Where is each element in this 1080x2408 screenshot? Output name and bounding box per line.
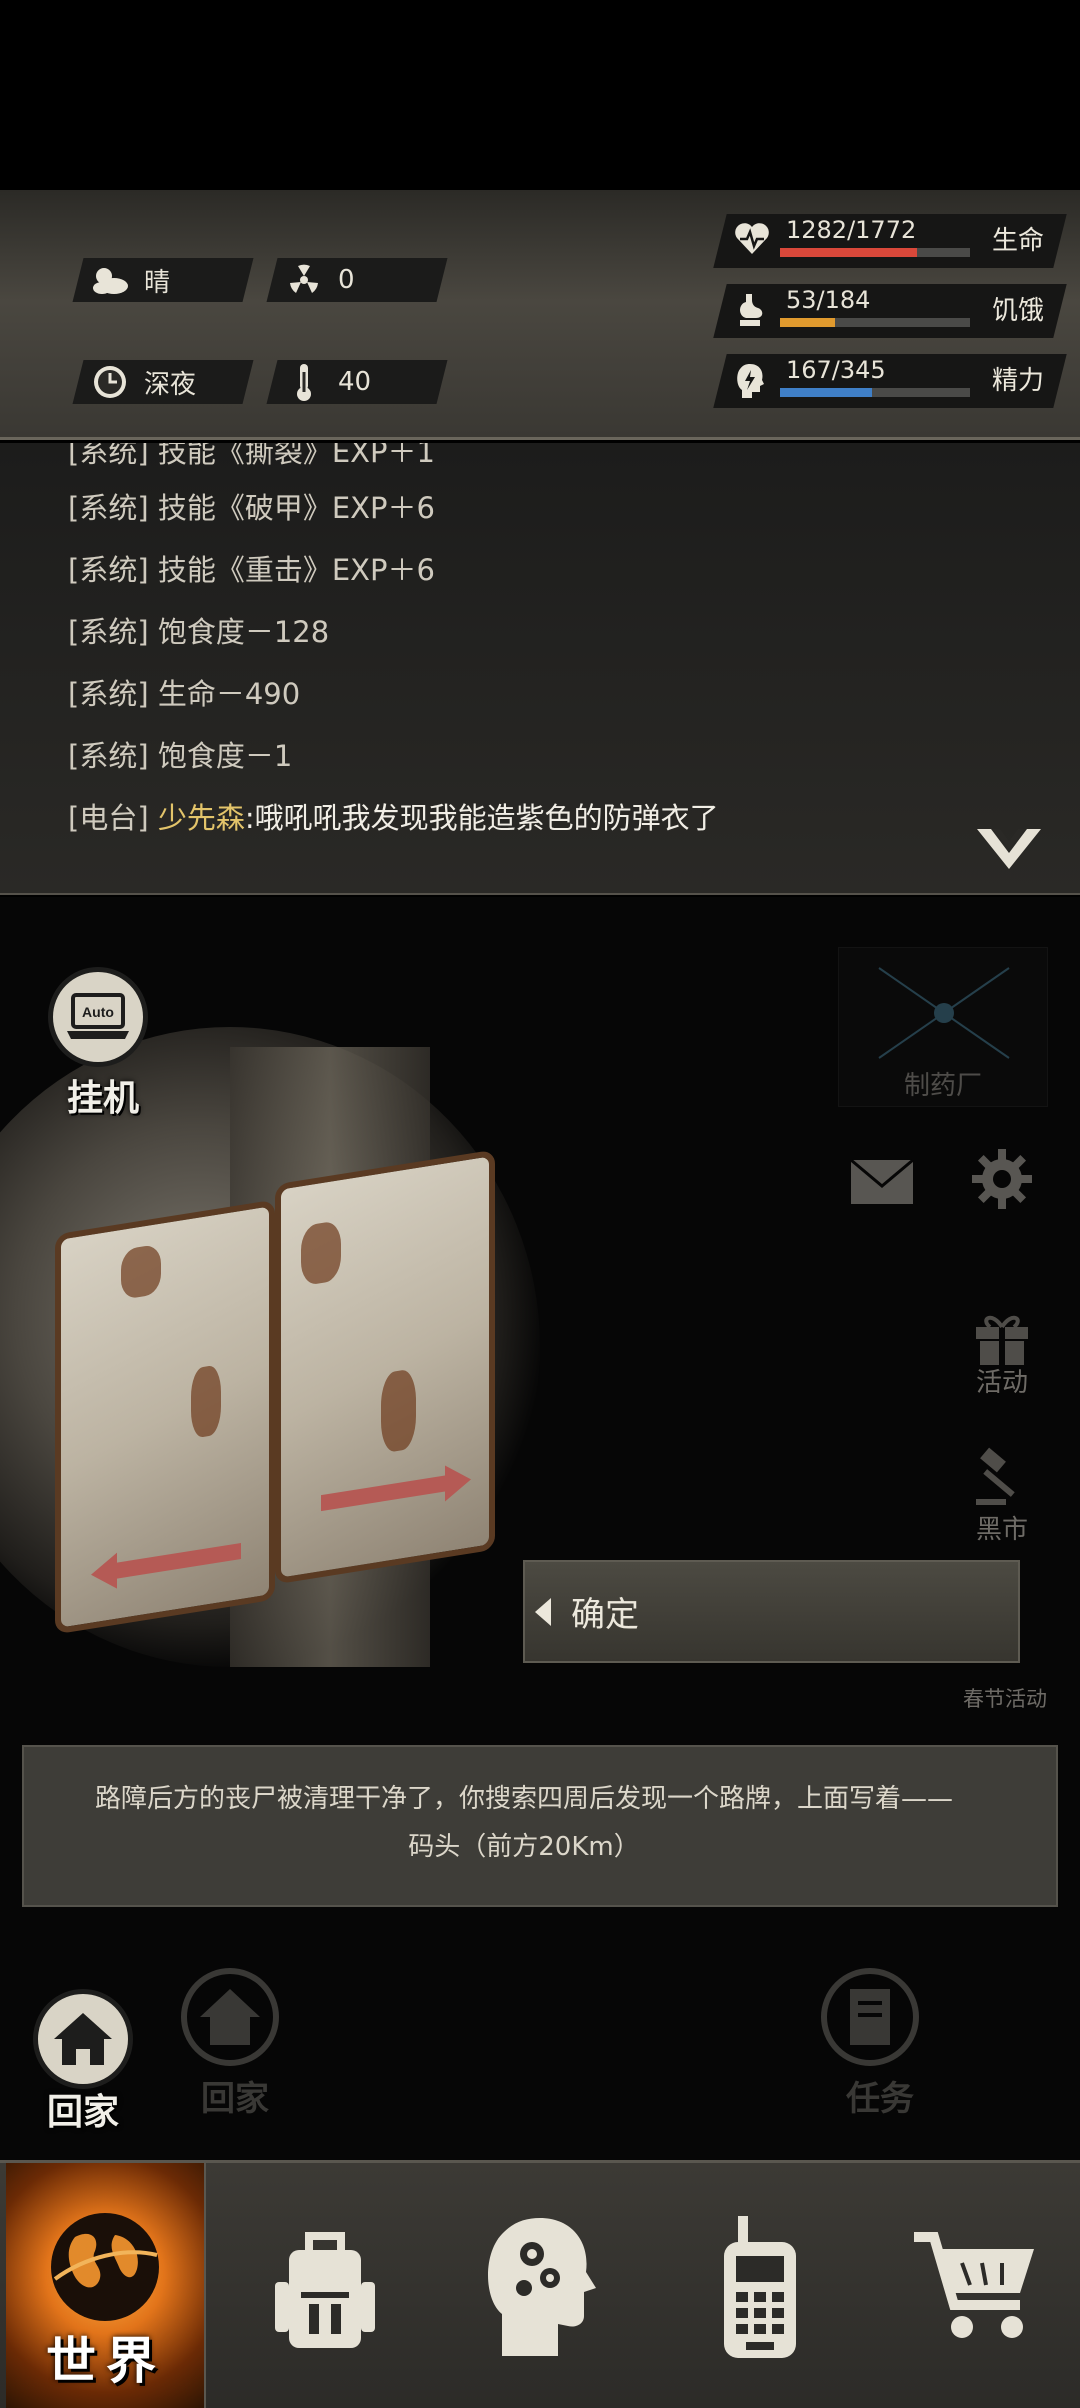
auto-idle-button[interactable]: Auto 挂机 [48, 967, 158, 1127]
heart-pulse-icon [734, 222, 774, 262]
arrow-left-icon [91, 1542, 241, 1589]
log-line: [系统] 饱食度－1 [68, 739, 293, 773]
road-sign-left [55, 1199, 275, 1635]
map-location-button[interactable]: 制药厂 [838, 947, 1048, 1107]
time-value: 深夜 [144, 369, 197, 400]
home-label: 回家 [46, 2092, 119, 2133]
house-icon [33, 1989, 133, 2089]
radiation-value: 0 [338, 265, 355, 295]
log-line: [系统] 生命－490 [68, 677, 301, 711]
health-label: 生命 [992, 226, 1045, 256]
vital-health: 1282/1772 生命 [713, 214, 1067, 268]
energy-label: 精力 [992, 366, 1045, 396]
double-chevron-down-icon [977, 829, 1041, 869]
blackmarket-label: 黑市 [975, 1515, 1028, 1545]
ghost-task-button: 任务 [820, 1967, 940, 2120]
map-location-label: 制药厂 [903, 1071, 982, 1101]
nav-radio[interactable] [655, 2163, 865, 2408]
hunger-label: 饥饿 [992, 296, 1045, 326]
energy-bar [780, 388, 970, 397]
event-dialog: 路障后方的丧尸被清理干净了，你搜索四周后发现一个路牌，上面写着—— 码头（前方2… [22, 1745, 1058, 1907]
temperature-value: 40 [338, 367, 372, 397]
nav-backpack[interactable] [220, 2163, 430, 2408]
temperature-slot: 40 [266, 360, 448, 404]
radio-icon [724, 2216, 796, 2358]
log-line: [系统] 技能《重击》EXP＋6 [68, 553, 435, 587]
weather-value: 晴 [144, 267, 171, 298]
radiation-slot: 0 [266, 258, 448, 302]
auto-idle-label: 挂机 [66, 1078, 139, 1119]
log-line: [系统] 技能《破甲》EXP＋6 [68, 491, 435, 525]
home-button[interactable]: 回家 [28, 1989, 138, 2139]
map-node-icon [878, 967, 1010, 1059]
gear-icon [972, 1149, 1032, 1209]
log-line: [系统] 技能《撕裂》EXP＋1 [68, 443, 435, 469]
expand-log-button[interactable] [974, 823, 1044, 873]
shopping-cart-icon [914, 2232, 1034, 2338]
activity-label: 活动 [975, 1368, 1028, 1398]
status-panel: 晴 0 深夜 40 1282/1772 生命 53/184 饥饿 167/345… [0, 190, 1080, 601]
cloud-sun-icon [90, 260, 130, 300]
road-sign-right [275, 1149, 495, 1585]
confirm-button[interactable]: 确定 [523, 1560, 1020, 1663]
ghost-home-button: 回家 [180, 1967, 290, 2120]
scene-view: Auto 挂机 制药厂 活动 黑市 春节活动 确定 路障后方的丧尸被清理干净了，… [0, 897, 1080, 2160]
thermometer-icon [284, 362, 324, 402]
confirm-label: 确定 [571, 1595, 639, 1635]
event-description: 路障后方的丧尸被清理干净了，你搜索四周后发现一个路牌，上面写着—— 码头（前方2… [94, 1784, 953, 1862]
nav-skills[interactable] [435, 2163, 645, 2408]
backpack-icon [275, 2232, 375, 2348]
weather-slot: 晴 [72, 258, 254, 302]
energy-value: 167/345 [786, 356, 886, 384]
head-lightning-icon [734, 362, 774, 402]
envelope-icon [850, 1158, 914, 1204]
blackmarket-button[interactable] [962, 1437, 1042, 1517]
house-icon [181, 1968, 279, 2066]
time-slot: 深夜 [72, 360, 254, 404]
radiation-icon [284, 260, 324, 300]
festival-event-label: 春节活动 [963, 1687, 1047, 1711]
radio-log-line: [电台] 少先森:哦吼吼我发现我能造紫色的防弹衣了 [68, 801, 719, 835]
vital-hunger: 53/184 饥饿 [713, 284, 1067, 338]
radio-speaker: 少先森 [157, 801, 245, 835]
health-value: 1282/1772 [786, 216, 917, 244]
vital-energy: 167/345 精力 [713, 354, 1067, 408]
mail-button[interactable] [842, 1142, 922, 1222]
triangle-left-icon [535, 1597, 551, 1626]
auto-laptop-icon: Auto [48, 967, 148, 1067]
nav-world[interactable]: 世界 [6, 2163, 206, 2408]
stomach-icon [734, 292, 774, 332]
svg-text:Auto: Auto [82, 1004, 114, 1020]
settings-button[interactable] [962, 1139, 1042, 1219]
bottom-nav: 世界 [0, 2160, 1080, 2408]
hunger-bar [780, 318, 970, 327]
hunger-value: 53/184 [786, 286, 871, 314]
task-list-icon [821, 1968, 919, 2066]
health-bar [780, 248, 970, 257]
auction-hammer-icon [976, 1447, 1015, 1505]
arrow-right-icon [321, 1465, 471, 1512]
gift-icon [976, 1315, 1028, 1365]
skills-head-icon [488, 2218, 596, 2356]
log-line: [系统] 饱食度－128 [68, 615, 330, 649]
clock-icon [90, 362, 130, 402]
globe-icon [51, 2213, 159, 2321]
nav-world-label: 世界 [46, 2332, 166, 2390]
nav-shop[interactable] [870, 2163, 1080, 2408]
message-log[interactable]: [系统] 技能《撕裂》EXP＋1 [系统] 技能《破甲》EXP＋6 [系统] 技… [0, 443, 1080, 895]
